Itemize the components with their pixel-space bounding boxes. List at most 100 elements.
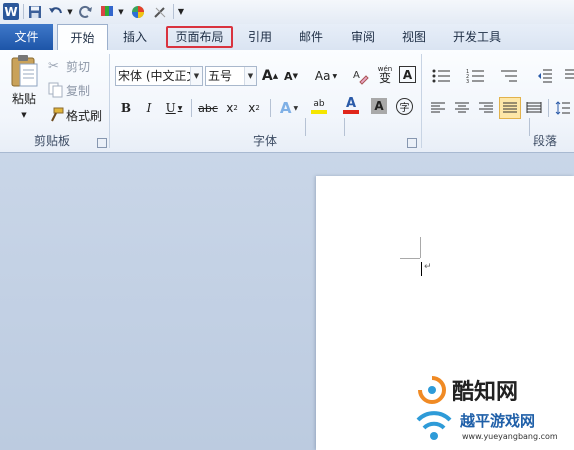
tab-developer[interactable]: 开发工具 [446,24,508,50]
format-painter-button[interactable]: 格式刷 [48,105,102,125]
highlight-color-swatch [311,110,327,114]
draw-icon[interactable] [152,3,168,20]
undo-icon[interactable] [47,3,65,20]
group-divider [109,54,110,148]
phonetic-guide-button[interactable]: wén 变 [375,64,395,84]
font-color-label: A [345,96,357,111]
font-group-label: 字体 [252,134,277,148]
bullets-button[interactable] [428,66,456,86]
paragraph-group-label: 段落 [532,134,557,148]
undo-dropdown-icon[interactable]: ▼ [66,3,74,20]
text-cursor [421,262,422,276]
font-name-select[interactable]: 宋体 (中文正文 ▼ [115,66,203,86]
arrow-down-icon: ▼ [292,72,298,80]
tab-references[interactable]: 引用 [242,24,278,50]
svg-text:3: 3 [466,79,469,84]
grow-font-label: A [261,68,273,84]
change-case-button[interactable]: Aa ▼ [312,66,340,86]
character-border-button[interactable]: A [399,66,416,83]
customize-qat-icon[interactable]: ▼ [176,3,186,20]
chevron-down-icon: ▼ [244,67,256,85]
paragraph-mark-icon: ↵ [424,262,432,272]
align-right-button[interactable] [476,98,496,118]
strikethrough-button[interactable]: abc [196,98,220,118]
tab-home[interactable]: 开始 [57,24,108,50]
increase-indent-button[interactable] [557,66,574,86]
font-color-button[interactable]: A [338,96,364,116]
grow-font-button[interactable]: A ▲ [260,66,280,86]
bullet-list-icon [432,69,450,83]
watermark-logo-2: 越平游戏网 www.yueyangbang.com [414,404,574,450]
watermark-logo-1: 酷知网 [416,372,546,408]
format-painter-label: 格式刷 [66,108,103,123]
quick-access-toolbar: W ▼ ▼ ▼ [0,0,574,24]
chevron-down-icon: ▼ [332,72,338,80]
justify-button[interactable] [499,97,521,119]
dialog-launcher-icon[interactable] [97,138,107,148]
bold-label: B [120,101,132,115]
chevron-down-icon: ▼ [190,67,202,85]
brush-icon [51,107,64,122]
save-icon[interactable] [27,3,43,20]
align-left-button[interactable] [428,98,448,118]
align-left-icon [431,102,445,113]
shrink-font-label: A [284,69,293,83]
paste-label: 粘贴 [11,92,36,106]
clipboard-group-label: 剪贴板 [33,134,70,148]
shrink-font-button[interactable]: A ▼ [281,66,301,86]
line-spacing-button[interactable] [553,98,573,118]
font-color-swatch [343,110,359,114]
group-divider [421,54,422,148]
tab-mailings[interactable]: 邮件 [293,24,329,50]
superscript-button[interactable]: x2 [244,98,264,118]
arrow-up-icon: ▲ [272,72,279,80]
chevron-down-icon: ▼ [21,111,27,119]
italic-button[interactable]: I [139,98,159,118]
chevron-down-icon: ▼ [293,104,299,112]
character-shading-label: A [374,99,384,113]
font-size-select[interactable]: 五号 ▼ [205,66,257,86]
highlight-button[interactable]: ab [306,96,332,116]
watermark-brand-text: 酷知网 [452,380,519,405]
decrease-indent-button[interactable] [535,66,555,86]
text-effects-button[interactable]: A ▼ [276,98,302,118]
character-border-label: A [402,67,413,82]
numbering-button[interactable]: 123 [462,66,490,86]
dropdown-icon[interactable]: ▼ [117,3,125,20]
divider [270,99,271,117]
strikethrough-label: abc [198,101,218,115]
word-app-icon[interactable]: W [3,3,19,20]
tab-review[interactable]: 审阅 [345,24,381,50]
multilevel-list-button[interactable] [495,66,523,86]
enclose-characters-button[interactable]: 字 [396,98,413,115]
align-center-icon [455,102,469,113]
repeat-icon[interactable] [78,3,94,20]
enclose-characters-label: 字 [399,103,410,114]
align-center-button[interactable] [452,98,472,118]
paste-button[interactable]: 粘贴 ▼ [6,54,42,126]
crop-mark [400,258,420,259]
divider [191,99,192,117]
copy-icon [48,82,63,98]
format-painter-qat-icon[interactable] [98,3,116,20]
multilevel-list-icon [501,70,517,82]
dialog-launcher-icon[interactable] [407,138,417,148]
divider [548,99,549,117]
copy-button[interactable]: 复制 [48,80,90,100]
bold-button[interactable]: B [116,98,136,118]
change-case-label: Aa [314,69,331,83]
tab-file[interactable]: 文件 [0,24,53,50]
tab-view[interactable]: 视图 [396,24,432,50]
color-wheel-icon[interactable] [130,3,146,20]
underline-label: U [165,101,176,115]
tab-insert[interactable]: 插入 [115,24,155,50]
phonetic-char: 变 [378,71,391,85]
svg-text:A: A [353,70,360,81]
subscript-button[interactable]: x2 [222,98,242,118]
underline-button[interactable]: U ▼ [162,98,186,118]
distributed-button[interactable] [524,98,544,118]
clear-format-icon[interactable]: A [350,66,370,86]
subscript-label: x [226,101,234,115]
character-shading-button[interactable]: A [371,98,387,114]
cut-button[interactable]: ✂ 剪切 [48,56,90,76]
